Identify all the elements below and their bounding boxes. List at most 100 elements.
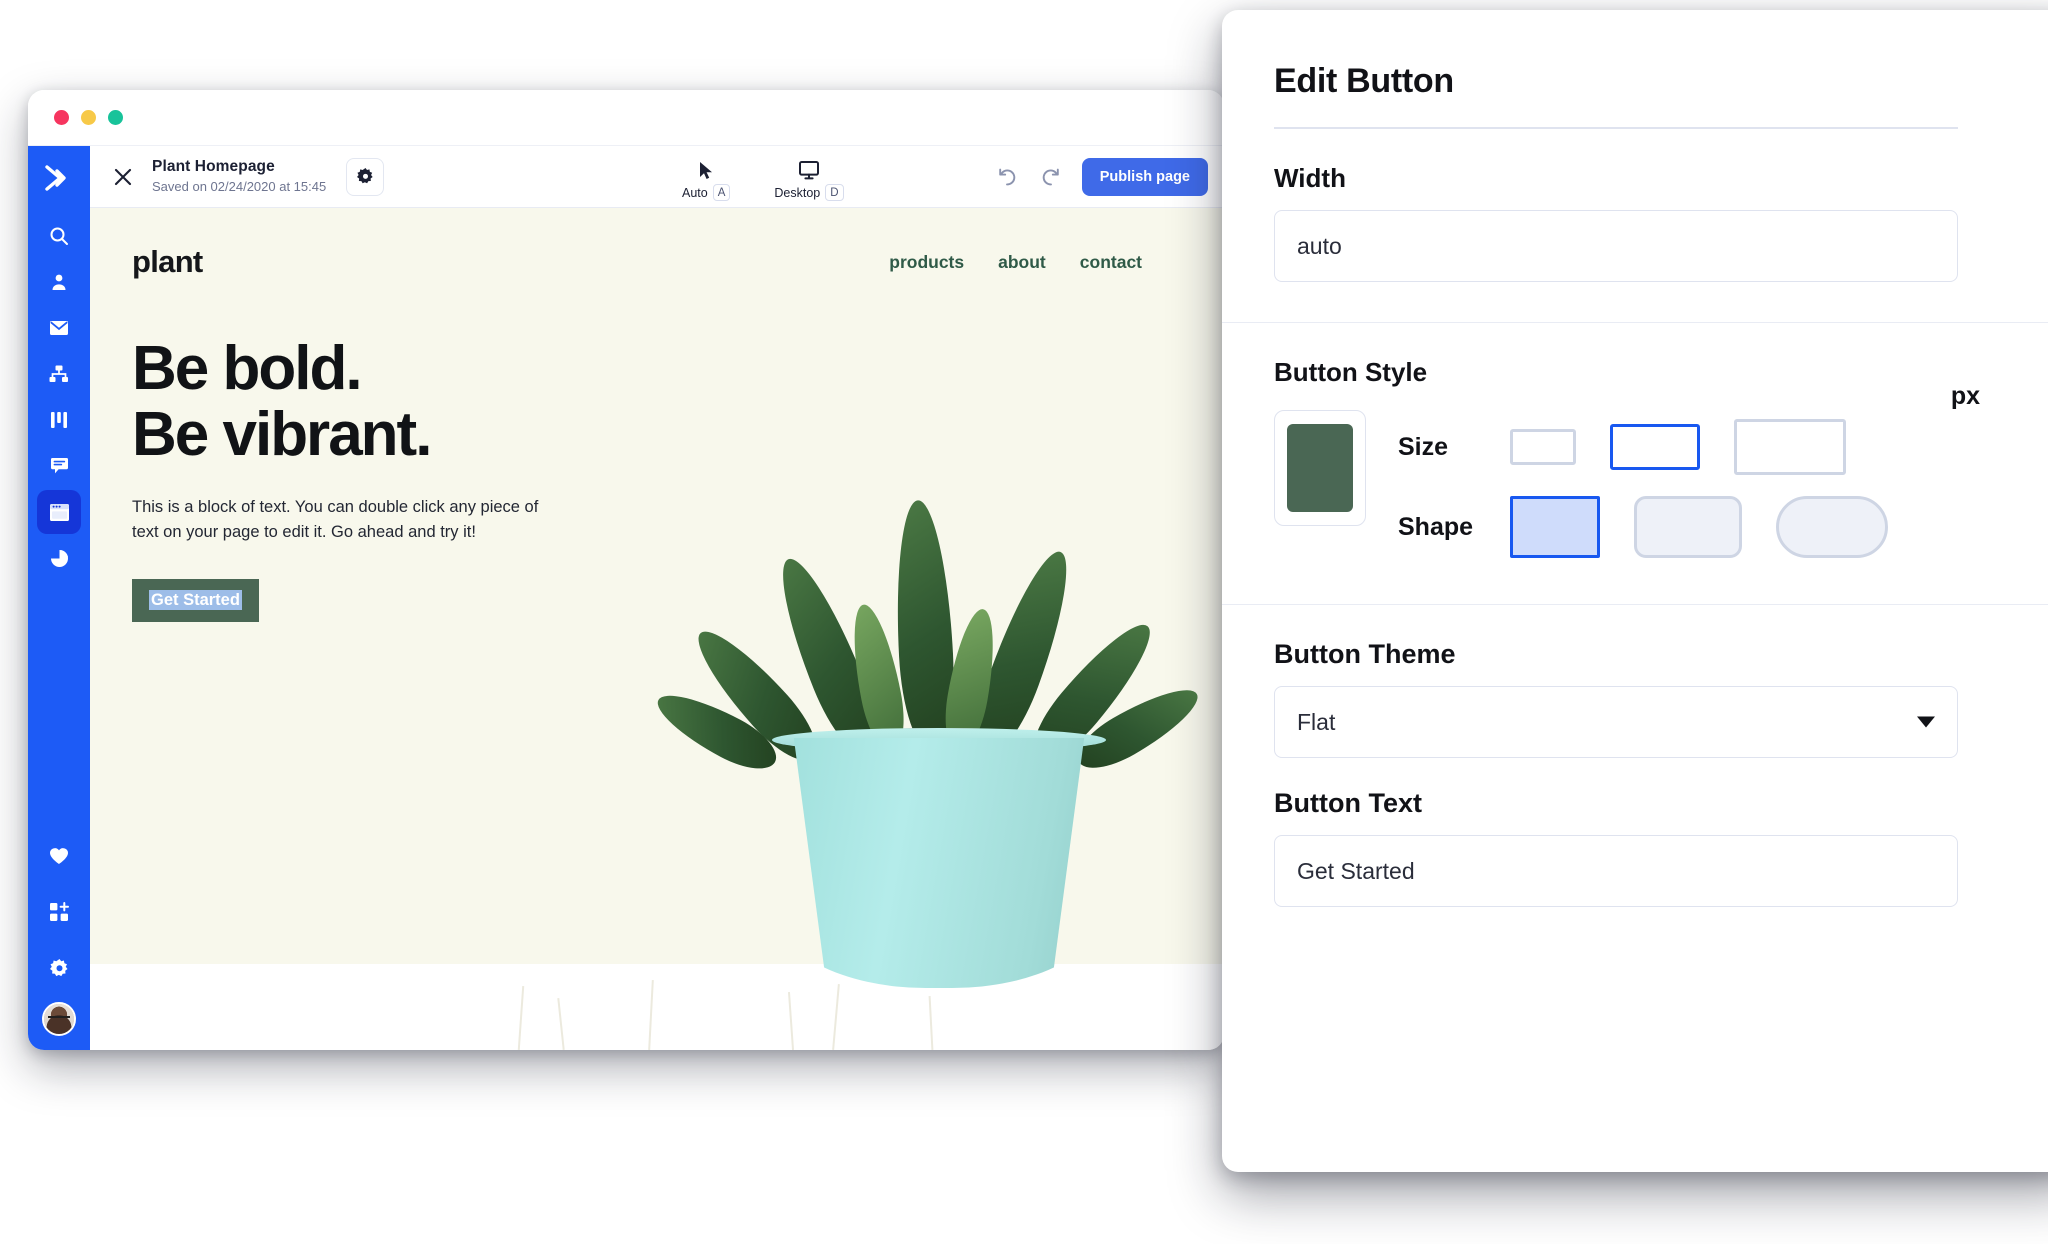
monitor-icon [798, 159, 819, 181]
hero-body-text: This is a block of text. You can double … [132, 497, 539, 541]
hero-get-started-label: Get Started [149, 589, 242, 610]
site-nav-link-about[interactable]: about [998, 252, 1046, 273]
shape-row: Shape [1398, 484, 2038, 570]
mode-auto[interactable]: Auto A [682, 159, 731, 201]
hero-headline-line1: Be bold. [132, 334, 363, 403]
app-body: Plant Homepage Saved on 02/24/2020 at 15… [28, 146, 1224, 1050]
app-logo-icon[interactable] [37, 156, 81, 200]
saved-status: Saved on 02/24/2020 at 15:45 [152, 179, 327, 195]
size-shape-grid: px Size Shape [1398, 382, 2038, 570]
shape-swatch-rounded [1634, 496, 1742, 558]
button-theme-select[interactable]: Flat [1274, 686, 1958, 758]
button-color-swatch [1287, 424, 1353, 512]
button-style-section: Button Style px Size Shape [1274, 323, 2038, 570]
viewport-mode-group: Auto A Desktop D [682, 146, 844, 208]
browser-titlebar [28, 90, 1224, 146]
width-section: Width auto [1274, 129, 2038, 282]
editor-area: Plant Homepage Saved on 02/24/2020 at 15… [90, 146, 1224, 1050]
undo-icon[interactable] [994, 164, 1020, 190]
shape-option-rounded[interactable] [1634, 496, 1742, 558]
redo-icon[interactable] [1038, 164, 1064, 190]
sidebar-item-reports[interactable] [37, 536, 81, 580]
mode-auto-label: Auto A [682, 184, 731, 201]
sidebar-item-email[interactable] [37, 306, 81, 350]
edit-button-panel: Edit Button Width auto Button Style px S… [1222, 10, 2048, 1172]
size-swatch-small [1510, 429, 1576, 465]
close-icon[interactable] [108, 162, 138, 192]
mode-auto-text: Auto [682, 185, 708, 200]
editor-toolbar: Plant Homepage Saved on 02/24/2020 at 15… [90, 146, 1224, 208]
site-brand: plant [132, 244, 203, 279]
shape-options [1510, 496, 1888, 558]
mode-desktop-shortcut: D [825, 184, 844, 201]
hero-plant-image [648, 290, 1208, 1050]
publish-page-button[interactable]: Publish page [1081, 157, 1208, 196]
page-meta: Plant Homepage Saved on 02/24/2020 at 15… [152, 158, 326, 195]
page-canvas: plant products about contact Be bold. Be… [90, 208, 1224, 1050]
traffic-light-close[interactable] [54, 110, 69, 125]
avatar-glasses [48, 1016, 70, 1021]
mode-desktop-text: Desktop [774, 185, 821, 200]
screenshot-stage: Plant Homepage Saved on 02/24/2020 at 15… [0, 0, 2048, 1244]
gear-icon [356, 168, 374, 185]
sidebar-item-conversations[interactable] [37, 444, 81, 488]
button-text-label: Button Text [1274, 788, 1422, 818]
button-style-controls: px Size Shape [1274, 382, 2038, 570]
width-label: Width [1274, 163, 1346, 193]
button-color-picker[interactable] [1274, 410, 1366, 526]
sidebar-item-settings[interactable] [37, 946, 81, 990]
shape-label: Shape [1398, 512, 1474, 541]
sidebar-item-website-builder[interactable] [37, 490, 81, 534]
plant-pot [793, 738, 1085, 988]
button-text-input[interactable]: Get Started [1274, 835, 1958, 907]
sidebar-item-apps-add[interactable] [37, 890, 81, 934]
sidebar-item-campaigns[interactable] [37, 398, 81, 442]
px-unit-label: px [1950, 382, 1980, 410]
button-theme-value: Flat [1297, 708, 1336, 735]
site-nav-link-products[interactable]: products [889, 252, 964, 273]
button-text-section: Button Text Get Started [1274, 758, 2038, 907]
button-theme-section: Button Theme Flat [1274, 605, 2038, 758]
size-option-small[interactable] [1510, 429, 1576, 465]
size-label: Size [1398, 432, 1449, 461]
chevron-down-icon [1917, 716, 1935, 728]
size-row: Size [1398, 410, 2038, 484]
size-options [1510, 419, 1846, 475]
shape-swatch-square [1510, 496, 1600, 558]
mode-desktop-label: Desktop D [774, 184, 844, 201]
cursor-icon [699, 159, 714, 181]
sidebar-item-search[interactable] [37, 214, 81, 258]
hero-get-started-button[interactable]: Get Started [132, 578, 259, 622]
page-title: Plant Homepage [152, 158, 275, 176]
site-navbar: plant products about contact [90, 208, 1224, 280]
panel-content: Edit Button Width auto Button Style px S… [1222, 10, 2048, 907]
sidebar-item-sitemap[interactable] [37, 352, 81, 396]
sidebar-item-favorites[interactable] [37, 834, 81, 878]
hero-headline-line2: Be vibrant. [132, 400, 432, 470]
hero-section: Be bold. Be vibrant. This is a block of … [90, 280, 710, 622]
size-swatch-medium [1610, 424, 1700, 470]
width-input[interactable]: auto [1274, 210, 1958, 282]
left-sidebar [28, 146, 90, 1050]
shape-swatch-pill [1776, 496, 1888, 558]
traffic-light-minimize[interactable] [81, 110, 96, 125]
shape-option-square[interactable] [1510, 496, 1600, 558]
panel-title: Edit Button [1274, 62, 1454, 100]
button-theme-label: Button Theme [1274, 639, 1456, 669]
shape-option-pill[interactable] [1776, 496, 1888, 558]
button-style-label: Button Style [1274, 357, 1428, 387]
sidebar-item-contacts[interactable] [37, 260, 81, 304]
avatar[interactable] [42, 1002, 76, 1036]
hero-headline: Be bold. Be vibrant. [132, 334, 710, 470]
traffic-light-maximize[interactable] [108, 110, 123, 125]
size-option-large[interactable] [1734, 419, 1846, 475]
page-settings-button[interactable] [346, 157, 385, 196]
site-nav-link-contact[interactable]: contact [1080, 252, 1142, 273]
mode-auto-shortcut: A [712, 184, 731, 201]
mode-desktop[interactable]: Desktop D [774, 159, 844, 201]
size-option-medium[interactable] [1610, 424, 1700, 470]
size-swatch-large [1734, 419, 1846, 475]
sidebar-bottom-group [37, 834, 81, 1050]
toolbar-right-group: Publish page [994, 157, 1208, 196]
browser-window: Plant Homepage Saved on 02/24/2020 at 15… [28, 90, 1224, 1050]
